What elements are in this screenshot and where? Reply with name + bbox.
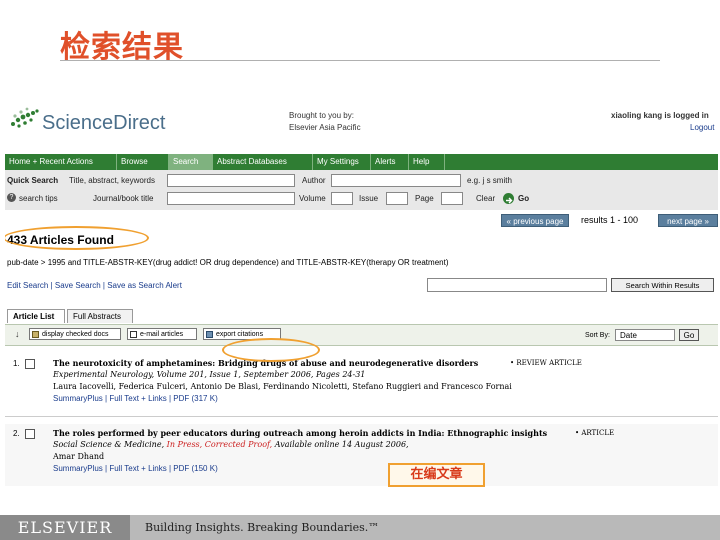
nav-my-settings[interactable]: My Settings	[313, 154, 371, 170]
search-query: pub-date > 1995 and TITLE-ABSTR-KEY(drug…	[7, 258, 449, 267]
issue-input[interactable]	[386, 192, 408, 205]
select-arrow-icon: ↓	[15, 329, 20, 339]
nav-home[interactable]: Home + Recent Actions	[5, 154, 117, 170]
results-range: results 1 - 100	[581, 215, 639, 225]
brought-by-line1: Brought to you by:	[289, 111, 354, 120]
result-authors: Amar Dhand	[53, 452, 105, 461]
nav-abstract-databases[interactable]: Abstract Databases	[213, 154, 313, 170]
display-checked-label: display checked docs	[42, 331, 109, 338]
export-icon	[206, 331, 213, 338]
previous-page-button[interactable]: « previous page	[501, 214, 569, 227]
result-divider	[5, 416, 718, 417]
nav-browse[interactable]: Browse	[117, 154, 169, 170]
in-press-highlight-ellipse	[222, 338, 320, 362]
go-button[interactable]: Go	[518, 194, 529, 203]
sort-by-label: Sort By:	[585, 332, 610, 339]
author-label: Author	[302, 176, 326, 185]
document-icon	[32, 331, 39, 338]
result-source-journal: Social Science & Medicine,	[53, 440, 165, 449]
result-source: Experimental Neurology, Volume 201, Issu…	[53, 370, 366, 379]
result-links[interactable]: SummaryPlus | Full Text + Links | PDF (1…	[53, 464, 218, 473]
result-authors: Laura Iacovelli, Federica Fulceri, Anton…	[53, 382, 512, 391]
result-title[interactable]: The roles performed by peer educators du…	[53, 428, 547, 438]
result-number: 2.	[13, 429, 20, 438]
result-number: 1.	[13, 359, 20, 368]
clear-button[interactable]: Clear	[476, 194, 495, 203]
author-example-label: e.g. j s smith	[467, 176, 512, 185]
result-links[interactable]: SummaryPlus | Full Text + Links | PDF (3…	[53, 394, 218, 403]
tab-full-abstracts[interactable]: Full Abstracts	[67, 309, 133, 323]
title-abstract-input[interactable]	[167, 174, 295, 187]
sciencedirect-logo	[7, 106, 41, 137]
result-available-online: Available online 14 August 2006,	[274, 440, 409, 449]
journal-book-input[interactable]	[167, 192, 295, 205]
result-source: Social Science & Medicine, In Press, Cor…	[53, 440, 409, 449]
volume-input[interactable]	[331, 192, 353, 205]
tab-article-list[interactable]: Article List	[7, 309, 65, 323]
help-icon[interactable]: ?	[7, 193, 16, 202]
in-press-callout: 在编文章	[388, 463, 485, 487]
highlight-ellipse	[5, 226, 149, 250]
nav-alerts[interactable]: Alerts	[371, 154, 409, 170]
quick-search-label: Quick Search	[7, 176, 59, 185]
sort-select[interactable]: Date	[615, 329, 675, 341]
export-citations-label: export citations	[216, 331, 264, 338]
search-within-input[interactable]	[427, 278, 607, 292]
main-nav: Home + Recent Actions Browse Search Abst…	[5, 154, 718, 170]
result-in-press-status: In Press, Corrected Proof,	[166, 440, 273, 449]
result-checkbox[interactable]	[25, 429, 35, 439]
issue-label: Issue	[359, 194, 379, 203]
result-type: • ARTICLE	[575, 429, 615, 437]
search-within-button[interactable]: Search Within Results	[611, 278, 714, 292]
result-item: 2. The roles performed by peer educators…	[5, 424, 718, 486]
results-toolbar: ↓ display checked docs e-mail articles e…	[5, 324, 718, 346]
logged-in-user: xiaoling kang is logged in	[611, 111, 709, 120]
nav-search[interactable]: Search	[169, 154, 213, 170]
sort-go-button[interactable]: Go	[679, 329, 699, 341]
search-tips-link[interactable]: search tips	[19, 194, 58, 203]
footer-tagline: Building Insights. Breaking Boundaries.™	[145, 521, 380, 534]
volume-label: Volume	[299, 194, 326, 203]
title-divider	[60, 60, 660, 61]
email-articles-button[interactable]: e-mail articles	[127, 328, 197, 340]
email-articles-label: e-mail articles	[140, 331, 184, 338]
display-checked-button[interactable]: display checked docs	[29, 328, 121, 340]
author-input[interactable]	[331, 174, 461, 187]
logo-tree-icon	[11, 107, 39, 128]
nav-help[interactable]: Help	[409, 154, 445, 170]
email-icon	[130, 331, 137, 338]
next-page-button[interactable]: next page »	[658, 214, 718, 227]
elsevier-logo: ELSEVIER	[0, 515, 130, 540]
page-input[interactable]	[441, 192, 463, 205]
journal-book-label: Journal/book title	[93, 194, 154, 203]
page-label: Page	[415, 194, 434, 203]
logout-link[interactable]: Logout	[690, 123, 714, 132]
logo-text: ScienceDirect	[42, 112, 166, 134]
result-checkbox[interactable]	[25, 359, 35, 369]
title-abstract-label: Title, abstract, keywords	[69, 176, 155, 185]
quick-search-panel: Quick Search Title, abstract, keywords A…	[5, 170, 718, 210]
brought-by-line2: Elsevier Asia Pacific	[289, 123, 361, 132]
sciencedirect-screenshot: ScienceDirect Brought to you by: Elsevie…	[5, 98, 718, 488]
result-type: • REVIEW ARTICLE	[510, 359, 582, 367]
search-actions[interactable]: Edit Search | Save Search | Save as Sear…	[7, 281, 182, 290]
go-arrow-icon[interactable]	[503, 193, 514, 204]
result-item: 1. The neurotoxicity of amphetamines: Br…	[5, 356, 718, 408]
